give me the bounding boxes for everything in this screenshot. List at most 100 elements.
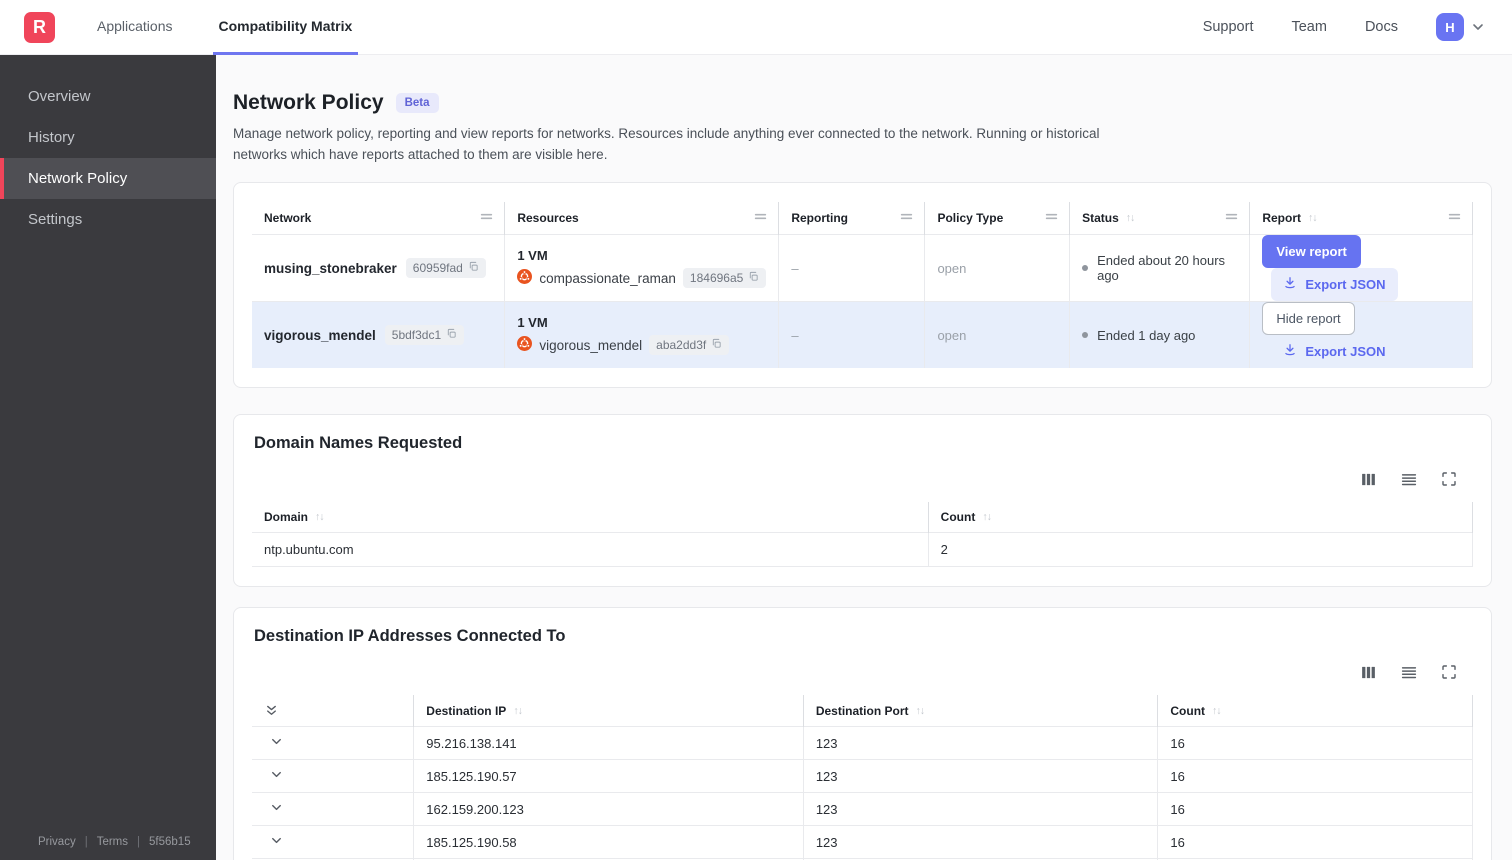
copy-icon[interactable]: [711, 338, 722, 352]
destination-port-cell: 123: [803, 759, 1159, 794]
drag-handle-icon[interactable]: [899, 211, 914, 225]
tab-compatibility-matrix[interactable]: Compatibility Matrix: [212, 0, 359, 55]
count-cell: 2: [928, 531, 1474, 567]
col-header-report: Report ↑↓: [1249, 201, 1473, 235]
terms-link[interactable]: Terms: [97, 836, 128, 848]
download-icon: [1283, 343, 1297, 360]
columns-icon[interactable]: [1360, 664, 1377, 681]
sidebar-item[interactable]: History: [0, 117, 216, 158]
status-dot-icon: [1082, 265, 1089, 272]
reporting-cell: –: [778, 234, 926, 302]
copy-icon[interactable]: [748, 271, 759, 285]
status-cell: Ended 1 day ago: [1082, 328, 1237, 343]
sort-icon[interactable]: ↑↓: [1126, 212, 1135, 224]
fullscreen-icon[interactable]: [1441, 664, 1457, 681]
nav-tabs: Applications Compatibility Matrix: [91, 0, 359, 55]
policy-type-cell: open: [924, 301, 1071, 369]
sort-icon[interactable]: ↑↓: [315, 511, 324, 523]
destinations-table: Destination IP ↑↓ Destination Port ↑↓ Coun…: [252, 694, 1473, 860]
destination-row[interactable]: 185.125.190.58 123 16: [252, 825, 1473, 860]
export-json-button[interactable]: Export JSON: [1271, 335, 1397, 368]
tab-applications[interactable]: Applications: [91, 0, 179, 55]
network-hash-badge[interactable]: 5bdf3dc1: [384, 325, 465, 346]
policy-type-cell: open: [924, 234, 1071, 302]
resource-summary: 1 VM: [517, 248, 548, 264]
expand-row-icon[interactable]: [269, 833, 284, 848]
col-header-count: Count ↑↓: [1157, 694, 1473, 727]
privacy-link[interactable]: Privacy: [38, 836, 76, 848]
sort-icon[interactable]: ↑↓: [513, 705, 522, 717]
report-button[interactable]: View report: [1262, 235, 1361, 269]
network-name: vigorous_mendel: [264, 327, 376, 343]
resource-hash-badge[interactable]: aba2dd3f: [649, 335, 730, 356]
destination-port-cell: 123: [803, 726, 1159, 761]
sort-icon[interactable]: ↑↓: [1212, 705, 1221, 717]
sort-icon[interactable]: ↑↓: [982, 511, 991, 523]
networks-table: Network Resources Reporting Policy Type …: [252, 201, 1473, 369]
expand-row-icon[interactable]: [269, 734, 284, 749]
destination-row[interactable]: 185.125.190.57 123 16: [252, 759, 1473, 794]
drag-handle-icon[interactable]: [479, 211, 494, 225]
footer-divider: |: [137, 836, 141, 848]
destinations-card-title: Destination IP Addresses Connected To: [254, 626, 566, 645]
col-header-destination-ip: Destination IP ↑↓: [413, 694, 804, 727]
sidebar-item[interactable]: Network Policy: [0, 158, 216, 199]
network-row[interactable]: musing_stonebraker 60959fad 1 VM compass…: [252, 234, 1473, 302]
network-name: musing_stonebraker: [264, 260, 397, 276]
nav-link-team[interactable]: Team: [1291, 19, 1326, 35]
sort-icon[interactable]: ↑↓: [1308, 212, 1317, 224]
columns-icon[interactable]: [1360, 471, 1377, 488]
sidebar-footer: Privacy | Terms | 5f56b15: [0, 836, 216, 848]
rows-icon[interactable]: [1400, 664, 1418, 681]
avatar[interactable]: H: [1436, 13, 1464, 41]
destination-port-cell: 123: [803, 792, 1159, 827]
drag-handle-icon[interactable]: [1044, 211, 1059, 225]
sidebar-item-label: Overview: [28, 88, 91, 105]
nav-link-docs[interactable]: Docs: [1365, 19, 1398, 35]
expand-row-icon[interactable]: [269, 767, 284, 782]
drag-handle-icon[interactable]: [1224, 211, 1239, 225]
destination-row[interactable]: 95.216.138.141 123 16: [252, 726, 1473, 761]
copy-icon[interactable]: [446, 328, 457, 342]
count-cell: 16: [1157, 792, 1473, 827]
nav-right: Support Team Docs H: [1203, 13, 1512, 41]
export-json-button[interactable]: Export JSON: [1271, 268, 1398, 302]
sidebar-item[interactable]: Overview: [0, 76, 216, 117]
col-header-network: Network: [252, 201, 506, 235]
resource-hash-badge[interactable]: 184696a5: [682, 268, 767, 289]
report-button[interactable]: Hide report: [1262, 302, 1355, 336]
col-header-expand: [252, 694, 415, 727]
status-dot-icon: [1082, 332, 1089, 339]
destination-row[interactable]: 162.159.200.123 123 16: [252, 792, 1473, 827]
sidebar-item[interactable]: Settings: [0, 199, 216, 240]
status-cell: Ended about 20 hours ago: [1082, 253, 1237, 283]
main-content: Network Policy Beta Manage network polic…: [216, 55, 1512, 860]
sidebar-item-label: Settings: [28, 211, 83, 228]
fullscreen-icon[interactable]: [1441, 471, 1457, 488]
sort-icon[interactable]: ↑↓: [916, 705, 925, 717]
resource-name: vigorous_mendel: [539, 337, 643, 353]
nav-link-support[interactable]: Support: [1203, 19, 1254, 35]
destination-port-cell: 123: [803, 825, 1159, 860]
user-menu[interactable]: H: [1436, 13, 1486, 41]
drag-handle-icon[interactable]: [753, 211, 768, 225]
chevron-down-icon: [1470, 19, 1486, 35]
table-toolbar: [252, 664, 1457, 681]
rows-icon[interactable]: [1400, 471, 1418, 488]
col-header-policy-type: Policy Type: [924, 201, 1071, 235]
page-title: Network Policy: [233, 91, 384, 114]
app-logo[interactable]: R: [24, 11, 55, 43]
sidebar-item-label: History: [28, 129, 75, 146]
networks-card: Network Resources Reporting Policy Type …: [233, 181, 1492, 389]
expand-row-icon[interactable]: [269, 800, 284, 815]
col-header-status: Status ↑↓: [1069, 201, 1251, 235]
domains-card-title: Domain Names Requested: [254, 434, 463, 453]
network-row[interactable]: vigorous_mendel 5bdf3dc1 1 VM vigorous_m…: [252, 301, 1473, 369]
count-cell: 16: [1157, 825, 1473, 860]
drag-handle-icon[interactable]: [1447, 211, 1462, 225]
expand-all-icon[interactable]: [264, 703, 279, 718]
copy-icon[interactable]: [468, 261, 479, 275]
domain-row[interactable]: ntp.ubuntu.com 2: [252, 531, 1474, 567]
network-hash-badge[interactable]: 60959fad: [405, 258, 486, 279]
count-cell: 16: [1157, 759, 1473, 794]
